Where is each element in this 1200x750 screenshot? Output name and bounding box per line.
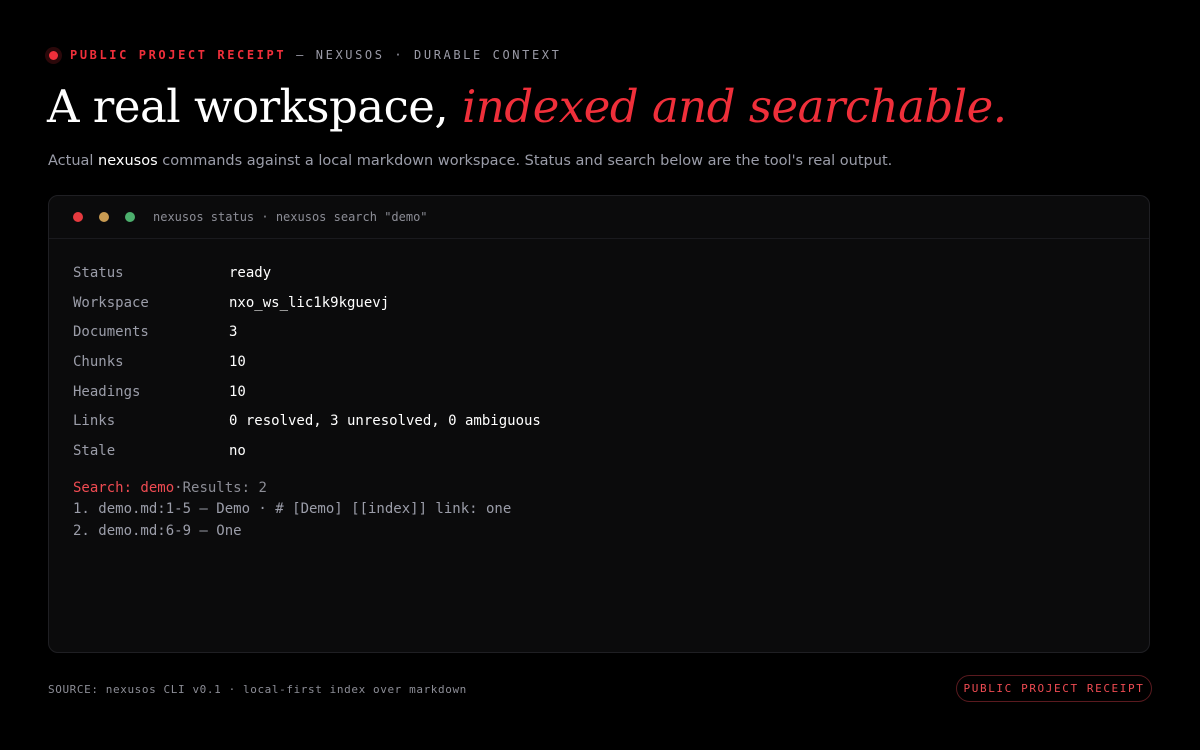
status-value: 0 resolved, 3 unresolved, 0 ambiguous [229,413,541,430]
status-value: 3 [229,324,238,341]
search-label: Search: demo [73,479,175,496]
terminal-header: nexusos status · nexusos search "demo" [49,196,1149,239]
page-title-accent: indexed and searchable. [462,80,1007,133]
search-block: Search: demo · Results: 2 1. demo.md:1-5… [73,477,1125,542]
status-key: Links [73,413,116,430]
subtitle-prefix: Actual [48,153,99,169]
terminal-body: Status ready Workspace nxo_ws_lic1k9kguevj D… [49,239,1149,541]
footer-badge: PUBLIC PROJECT RECEIPT [956,675,1152,702]
search-separator: · [174,479,183,496]
status-row: Links 0 resolved, 3 unresolved, 0 ambiguo… [73,406,1125,436]
status-row: Chunks 10 [73,347,1125,377]
status-row: Headings 10 [73,377,1125,407]
page-subtitle: Actual nexusos commands against a local … [48,153,892,169]
close-light-icon[interactable] [73,212,83,222]
footer-source: SOURCE: nexusos CLI v0.1 · local-first i… [48,683,467,696]
page-title: A real workspace, indexed and searchable… [47,80,1007,133]
status-value: 10 [229,353,246,370]
search-result-item: 1. demo.md:1-5 — Demo · # [Demo] [[index… [73,501,512,518]
status-key: Status [73,264,124,281]
status-row: Status ready [73,258,1125,288]
status-value: 10 [229,383,246,400]
subtitle-suffix: commands against a local markdown worksp… [157,153,893,169]
status-key: Stale [73,442,116,459]
search-results-count: Results: 2 [182,479,267,496]
eyebrow-tag: PUBLIC PROJECT RECEIPT [70,48,287,62]
maximize-light-icon[interactable] [125,212,135,222]
terminal-window: nexusos status · nexusos search "demo" S… [48,195,1150,653]
page-title-plain: A real workspace, [47,80,463,133]
subtitle-command: nexusos [98,153,158,169]
terminal-title: nexusos status · nexusos search "demo" [153,210,428,224]
status-key: Documents [73,324,149,341]
status-row: Documents 3 [73,317,1125,347]
status-key: Workspace [73,294,149,311]
status-value: nxo_ws_lic1k9kguevj [229,294,390,311]
status-key: Chunks [73,353,124,370]
status-row: Stale no [73,436,1125,466]
search-result-item: 2. demo.md:6-9 — One [73,522,242,539]
minimize-light-icon[interactable] [99,212,109,222]
status-row: Workspace nxo_ws_lic1k9kguevj [73,288,1125,318]
status-value: ready [229,264,272,281]
status-dot-icon [49,50,58,60]
eyebrow: PUBLIC PROJECT RECEIPT — NEXUSOS · DURAB… [48,48,561,62]
status-table: Status ready Workspace nxo_ws_lic1k9kguevj D… [73,258,1125,466]
eyebrow-rest: — NEXUSOS · DURABLE CONTEXT [296,48,562,62]
status-value: no [229,442,246,459]
search-summary: Search: demo · Results: 2 [73,477,1125,499]
status-key: Headings [73,383,141,400]
